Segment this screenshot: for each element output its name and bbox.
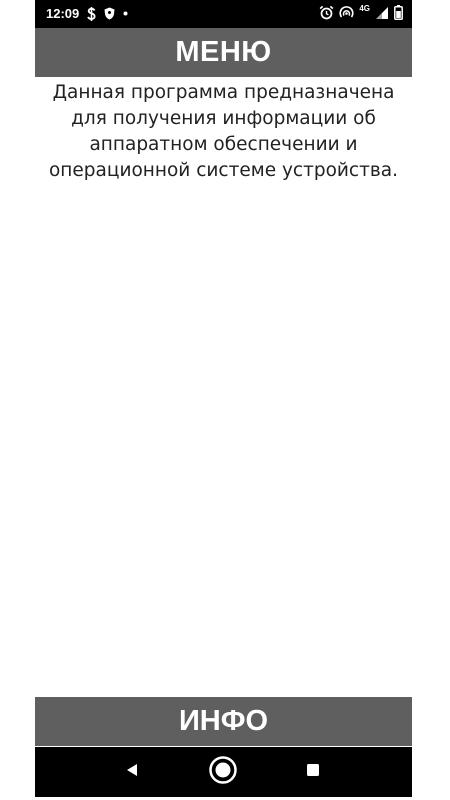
menu-header: МЕНЮ [35,28,412,77]
recents-button[interactable] [298,757,328,787]
status-bar: 12:09 4G [35,0,412,28]
app-description: Данная программа предназначена для получ… [48,82,399,181]
navigation-bar [35,747,412,797]
dollar-icon [87,6,96,21]
network-type-label: 4G [359,4,370,13]
home-button[interactable] [208,755,238,790]
signal-4g-icon [375,6,389,20]
dot-icon [123,11,128,16]
back-button[interactable] [117,757,147,787]
home-icon [208,755,238,790]
back-icon [125,763,139,782]
recents-icon [306,763,320,782]
shield-icon [104,7,115,20]
app-screen: 12:09 4G МЕНЮ Данная программа предназна… [35,0,412,800]
status-time: 12:09 [46,6,80,21]
status-right: 4G [319,4,403,20]
battery-icon [394,5,403,20]
info-button[interactable]: ИНФО [35,697,412,746]
hotspot-icon [339,5,354,20]
alarm-icon [319,5,334,20]
status-left: 12:09 [46,6,128,21]
